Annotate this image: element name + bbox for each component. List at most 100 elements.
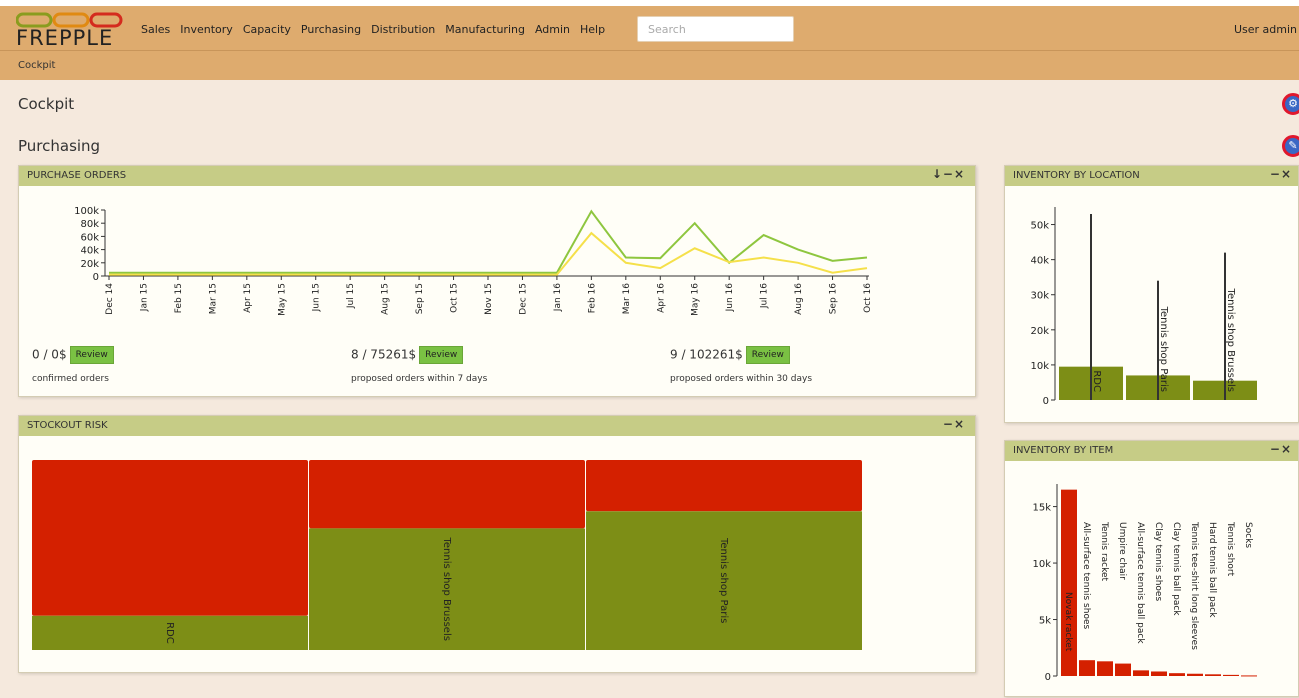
bar-label: Umpire chair (1117, 522, 1127, 580)
stat-confirmed: 0 / 0$ Review (32, 346, 114, 364)
bar-label: Clay tennis ball pack (1171, 522, 1181, 616)
bar-label: All-surface tennis ball pack (1135, 522, 1145, 644)
purchase-orders-header[interactable]: PURCHASE ORDERS ↓−× (19, 166, 975, 186)
series-line-1 (109, 231, 868, 276)
y-tick-label: 0 (1045, 672, 1051, 683)
stat-proposed-7days: 8 / 75261$ Review (351, 346, 464, 364)
section-title: Purchasing (18, 137, 101, 155)
nav-inventory[interactable]: Inventory (180, 23, 233, 36)
x-tick-label: May 15 (277, 283, 287, 316)
bar-2 (1097, 661, 1113, 676)
y-tick-label: 50k (1030, 221, 1049, 232)
risk-cell-0 (32, 460, 308, 616)
inventory-by-location-header[interactable]: INVENTORY BY LOCATION −× (1005, 166, 1298, 186)
nav-distribution[interactable]: Distribution (371, 23, 435, 36)
stockout-risk-header[interactable]: STOCKOUT RISK −× (19, 416, 975, 436)
bar-label: Tennis shop Brussels (1225, 288, 1236, 392)
purchase-orders-title: PURCHASE ORDERS (27, 170, 127, 181)
y-tick-label: 0 (1043, 396, 1049, 407)
inventory-by-item-title: INVENTORY BY ITEM (1013, 445, 1114, 456)
widget-tools[interactable]: ↓−× (932, 167, 965, 181)
top-navbar: FREPPLE Sales Inventory Capacity Purchasing… (0, 0, 1299, 50)
review-button[interactable]: Review (745, 346, 790, 364)
x-tick-label: May 16 (691, 283, 701, 316)
page-title: Cockpit (18, 95, 75, 113)
cell-label: Tennis shop Paris (718, 537, 729, 623)
nav-purchasing[interactable]: Purchasing (301, 23, 361, 36)
y-tick-label: 40k (80, 246, 99, 257)
x-tick-label: Feb 15 (174, 283, 184, 313)
settings-button[interactable]: ⚙ (1282, 93, 1299, 115)
bar-label: Clay tennis shoes (1153, 522, 1163, 601)
bar-8 (1205, 674, 1221, 676)
series-line-0 (109, 209, 868, 274)
bar-label: Tennis racket (1099, 521, 1109, 582)
logo-text: FREPPLE (16, 26, 114, 50)
edit-button[interactable]: ✎ (1282, 135, 1299, 157)
risk-cell-1 (309, 460, 585, 529)
frepple-logo[interactable]: FREPPLE (16, 10, 124, 50)
bar-9 (1223, 674, 1239, 676)
inventory-by-location-widget: INVENTORY BY LOCATION −× 50k 40k 30k 20k 10k… (1004, 165, 1299, 423)
x-tick-label: Jun 16 (725, 283, 735, 313)
bar-label: All-surface tennis shoes (1081, 522, 1091, 629)
x-tick-label: Jul 15 (346, 283, 356, 309)
x-tick-label: Aug 16 (794, 283, 804, 315)
bar-label: Tennis short (1225, 521, 1235, 577)
bar-6 (1169, 673, 1185, 676)
stockout-risk-chart: RDC Tennis shop Brussels Tennis shop Paris (32, 460, 862, 650)
y-tick-label: 0 (93, 272, 99, 283)
x-tick-label: Apr 15 (243, 283, 253, 313)
x-tick-label: Aug 15 (381, 283, 391, 315)
inventory-by-item-header[interactable]: INVENTORY BY ITEM −× (1005, 441, 1298, 461)
purchase-orders-chart: 100k 80k 60k 40k 20k 0 Dec 14 Jan 15 Feb 15 Mar 1… (74, 206, 873, 316)
review-button[interactable]: Review (69, 346, 114, 364)
x-tick-label: Mar 16 (622, 283, 632, 315)
bar-label: Tennis tee-shirt long sleeves (1189, 521, 1199, 650)
y-tick-label: 10k (1032, 559, 1051, 570)
x-tick-label: Sep 16 (829, 283, 839, 315)
x-tick-label: Mar 15 (208, 283, 218, 314)
x-tick-label: Jul 16 (760, 283, 770, 309)
y-tick-label: 15k (1032, 503, 1051, 514)
bar-label: Socks (1243, 522, 1253, 548)
inventory-by-item-chart: 15k 10k 5k 0 Novak racket All-surface tennis … (1032, 484, 1257, 683)
x-tick-label: Jan 16 (553, 283, 563, 312)
stat-caption: proposed orders within 7 days (351, 374, 488, 384)
bar-10 (1241, 675, 1257, 677)
stat-value: 0 / 0$ (32, 347, 67, 362)
stat-caption: confirmed orders (32, 374, 109, 384)
y-tick-label: 80k (80, 219, 99, 230)
widget-tools[interactable]: −× (1270, 442, 1292, 456)
stockout-risk-widget: STOCKOUT RISK −× RDC Tennis shop Brussels… (18, 415, 976, 673)
nav-manufacturing[interactable]: Manufacturing (445, 23, 525, 36)
widget-tools[interactable]: −× (943, 417, 965, 431)
nav-admin[interactable]: Admin (535, 23, 570, 36)
x-tick-label: Feb 16 (587, 283, 597, 314)
cell-label: Tennis shop Brussels (441, 536, 452, 640)
widget-tools[interactable]: −× (1270, 167, 1292, 181)
bar-label: Hard tennis ball pack (1207, 522, 1217, 618)
user-menu[interactable]: User admin (1234, 23, 1297, 36)
stockout-risk-title: STOCKOUT RISK (27, 420, 108, 431)
pencil-icon: ✎ (1288, 139, 1298, 152)
settings-icon: ⚙ (1288, 97, 1298, 110)
stat-value: 8 / 75261$ (351, 347, 417, 362)
y-tick-label: 5k (1039, 616, 1051, 627)
inventory-by-location-title: INVENTORY BY LOCATION (1013, 170, 1140, 181)
y-tick-label: 40k (1030, 256, 1049, 267)
y-tick-label: 30k (1030, 291, 1049, 302)
nav-capacity[interactable]: Capacity (243, 23, 291, 36)
x-tick-label: Sep 15 (415, 283, 425, 314)
x-tick-label: Oct 15 (450, 283, 460, 313)
nav-help[interactable]: Help (580, 23, 605, 36)
nav-sales[interactable]: Sales (141, 23, 170, 36)
search-input[interactable] (637, 16, 794, 42)
breadcrumb[interactable]: Cockpit (18, 60, 55, 71)
stat-proposed-30days: 9 / 102261$ Review (670, 346, 790, 364)
bar-7 (1187, 673, 1203, 676)
x-tick-label: Jun 15 (312, 283, 322, 312)
review-button[interactable]: Review (419, 346, 464, 364)
stat-value: 9 / 102261$ (670, 347, 743, 362)
bar-4 (1133, 670, 1149, 676)
